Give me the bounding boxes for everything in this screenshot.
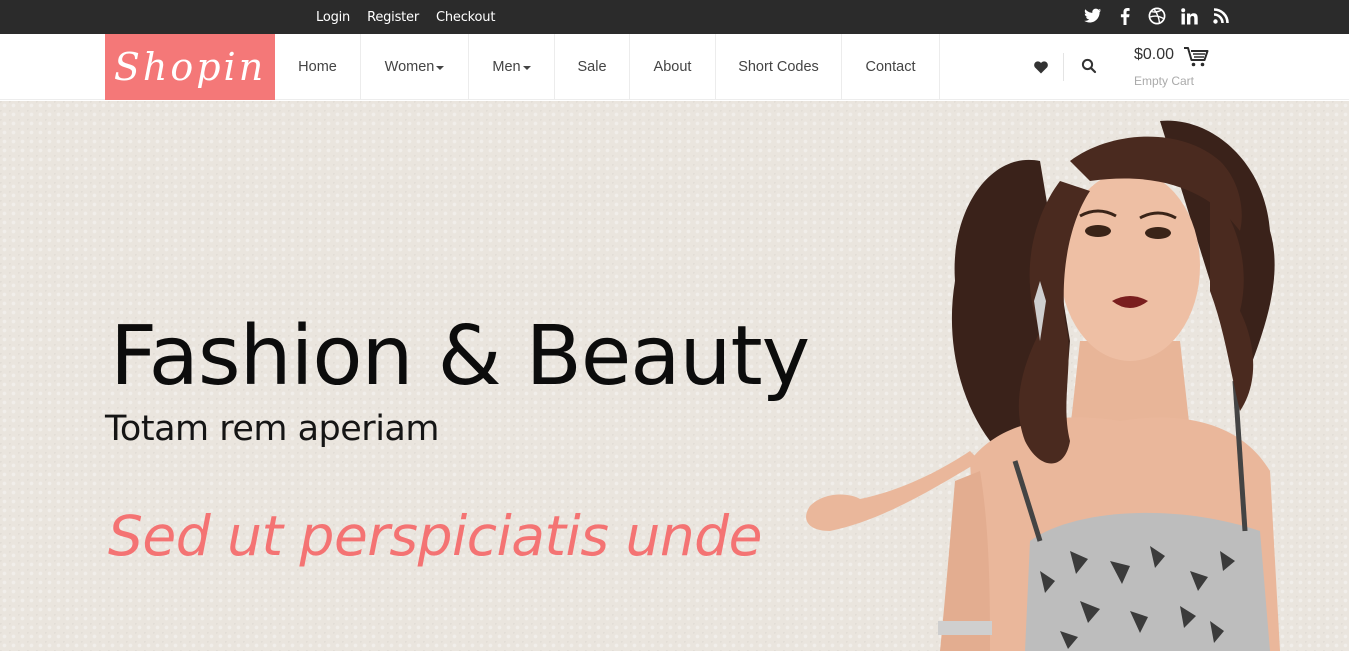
nav-item-contact[interactable]: Contact <box>842 34 940 100</box>
linkedin-icon[interactable] <box>1179 5 1199 27</box>
cart-total[interactable]: $0.00 <box>1134 46 1174 64</box>
nav-item-label: Sale <box>577 59 607 75</box>
shopping-cart-icon[interactable] <box>1183 46 1211 68</box>
nav-item-label: Home <box>298 59 337 75</box>
facebook-icon[interactable] <box>1115 5 1135 27</box>
search-icon[interactable] <box>1081 58 1097 74</box>
hero-subtitle: Totam rem aperiam <box>105 409 439 449</box>
hero-title: Fashion & Beauty <box>110 309 810 404</box>
login-link[interactable]: Login <box>316 10 350 25</box>
nav-item-women[interactable]: Women <box>361 34 469 100</box>
nav-item-label: About <box>653 59 692 75</box>
register-link[interactable]: Register <box>367 10 419 25</box>
wishlist-heart-icon[interactable] <box>1034 59 1048 74</box>
rss-icon[interactable] <box>1211 5 1231 27</box>
top-bar: Login Register Checkout <box>0 0 1349 34</box>
nav-item-label: Short Codes <box>738 59 819 75</box>
hero-tagline: Sed ut perspiciatis unde <box>108 504 762 568</box>
divider <box>1063 53 1064 81</box>
social-links <box>1083 5 1231 27</box>
site-logo[interactable]: Shopin <box>105 34 275 100</box>
nav-item-short-codes[interactable]: Short Codes <box>716 34 842 100</box>
nav-item-sale[interactable]: Sale <box>555 34 630 100</box>
dribbble-icon[interactable] <box>1147 5 1167 27</box>
main-navbar: Shopin Home Women Men Sale About Short C… <box>0 34 1349 100</box>
cart-status: Empty Cart <box>1134 74 1195 88</box>
hero-banner: Fashion & Beauty Totam rem aperiam Sed u… <box>0 101 1349 651</box>
account-links: Login Register Checkout <box>316 0 512 34</box>
checkout-link[interactable]: Checkout <box>436 10 495 25</box>
nav-item-label: Men <box>492 59 521 75</box>
caret-down-icon <box>522 66 531 70</box>
nav-item-label: Women <box>384 59 435 75</box>
nav-item-about[interactable]: About <box>630 34 716 100</box>
model-photo <box>806 120 1280 651</box>
main-menu: Home Women Men Sale About Short Codes Co… <box>275 34 940 100</box>
caret-down-icon <box>436 66 445 70</box>
twitter-icon[interactable] <box>1083 5 1103 27</box>
nav-item-home[interactable]: Home <box>275 34 361 100</box>
nav-item-men[interactable]: Men <box>469 34 555 100</box>
nav-item-label: Contact <box>865 59 916 75</box>
